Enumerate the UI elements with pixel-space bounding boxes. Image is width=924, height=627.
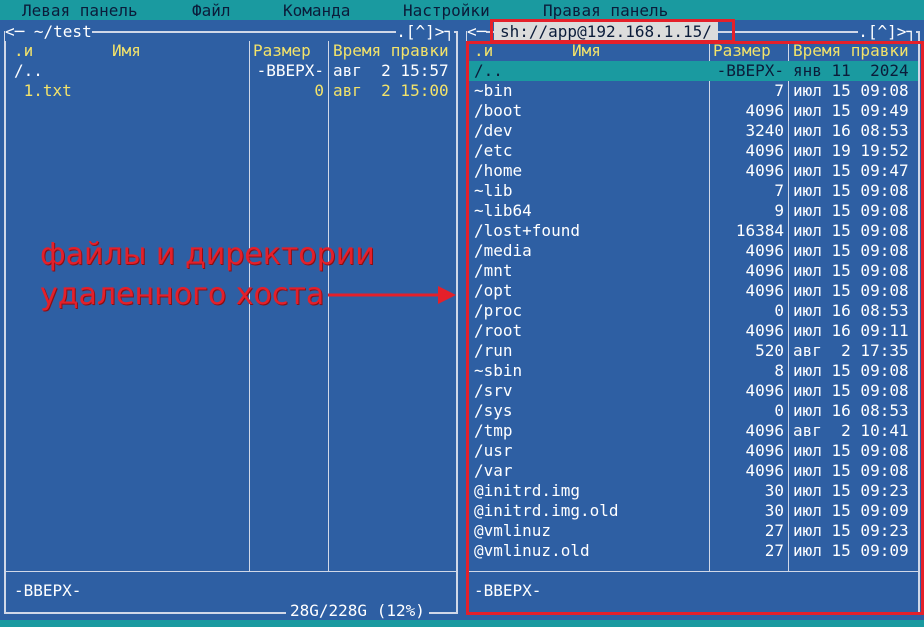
left-panel-path[interactable]: <─ ~/test: [5, 23, 92, 41]
file-mtime: авг 2 15:00: [333, 81, 449, 100]
menu-left-panel[interactable]: Левая панель: [22, 1, 138, 21]
menu-file[interactable]: Файл: [192, 1, 231, 21]
left-panel-history-marker[interactable]: .[^]>┐: [396, 23, 454, 41]
annotation-arrow-icon: [328, 286, 456, 304]
file-name: 1.txt: [14, 81, 72, 100]
menu-settings[interactable]: Настройки: [403, 1, 490, 21]
left-panel[interactable]: <─ ~/test .[^]>┐ .и Имя Размер Время пра…: [0, 22, 462, 620]
disk-usage-info: 28G/228G (12%): [286, 602, 429, 620]
bottom-hint-bar: [0, 620, 924, 627]
right-panel-path-prefix: <─: [467, 22, 487, 41]
annotation-line-2: удаленного хоста: [40, 277, 325, 312]
menu-command[interactable]: Команда: [283, 1, 350, 21]
file-size: -ВВЕРХ-: [256, 61, 324, 80]
left-mini-divider: [6, 571, 456, 572]
left-mini-status: -ВВЕРХ-: [14, 581, 82, 600]
file-name: /..: [14, 61, 43, 80]
file-size: 0: [314, 81, 324, 100]
right-panel-history-marker[interactable]: .[^]>┐: [858, 23, 916, 41]
menu-bar: Левая панель Файл Команда Настройки Прав…: [0, 0, 924, 20]
annotation-line-1: файлы и директории: [40, 237, 375, 272]
menu-right-panel[interactable]: Правая панель: [543, 1, 668, 21]
left-file-row[interactable]: 1.txt 0 авг 2 15:00: [6, 81, 456, 101]
left-panel-frame: [4, 31, 458, 614]
file-mtime: авг 2 15:57: [333, 61, 449, 80]
left-header-sort[interactable]: .и: [14, 41, 33, 61]
left-header-mtime[interactable]: Время правки: [333, 41, 449, 61]
remote-listing-highlight-box: [466, 41, 924, 615]
left-file-row[interactable]: /.. -ВВЕРХ-авг 2 15:57: [6, 61, 456, 81]
left-header-name[interactable]: Имя: [112, 41, 141, 61]
host-highlight-box: [490, 19, 735, 43]
left-header-size[interactable]: Размер: [253, 41, 311, 61]
